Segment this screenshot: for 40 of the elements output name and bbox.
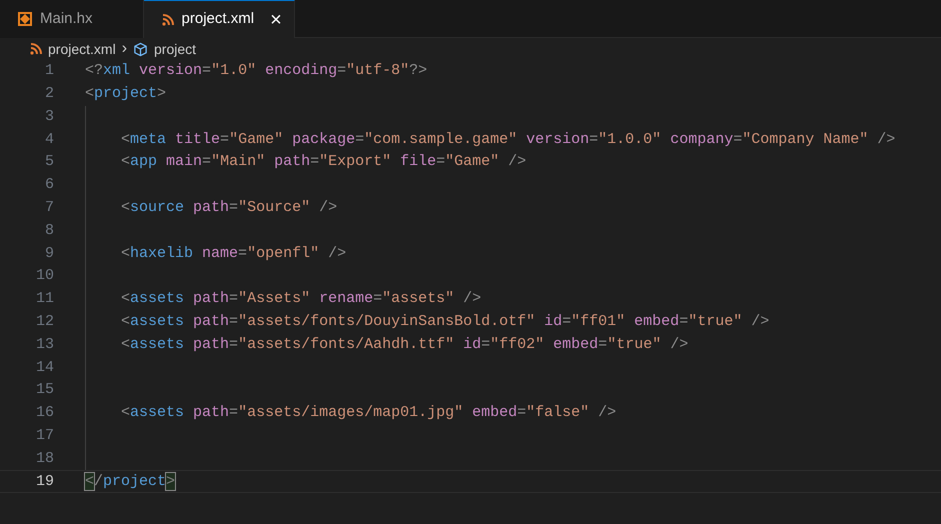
rss-icon [30,43,42,55]
code-line: <project> [85,84,166,104]
line-number: 16 [34,403,54,424]
rss-icon [162,14,174,26]
line-number: 2 [44,84,54,104]
line-number: 6 [44,175,54,196]
code-line: <source path="Source" /> [120,198,338,218]
code-line: <assets path="assets/images/map01.jpg" embed="false" /> [120,403,616,424]
code-line: <assets path="assets/fonts/Aahdh.ttf" id="ff02" embed="true" /> [120,334,688,355]
breadcrumb-item[interactable]: project.xml [30,38,116,60]
line-number: 11 [34,289,54,310]
line-number: 13 [34,334,54,355]
close-button[interactable]: × [268,10,284,30]
editor-tab[interactable]: project.xml × [144,0,295,38]
code-line: <?xml version="1.0" encoding="utf-8"?> [85,61,428,82]
editor-tab[interactable]: Main.hx [0,0,144,38]
line-number: 4 [44,130,54,150]
code-line: <assets path="Assets" rename="assets" /> [120,289,482,310]
code-line: <meta title="Game" package="com.sample.game" version="1.0.0" company="Company Name" /> [120,130,896,150]
line-number: 5 [44,152,54,172]
line-number: 17 [34,426,54,446]
cube-icon [133,42,148,56]
haxe-icon [18,12,32,26]
code-line: <app main="Main" path="Export" file="Game" /> [120,152,526,172]
line-number: 19 [34,472,54,492]
breadcrumb-separator: › [120,39,128,59]
line-number: 14 [34,358,54,378]
line-number: 7 [44,198,54,218]
line-number: 10 [34,266,54,286]
line-number: 3 [44,106,54,127]
breadcrumb-item[interactable]: project [133,38,196,60]
line-number: 18 [34,448,54,469]
code-line: <haxelib name="openfl" /> [120,244,346,264]
line-number: 1 [44,61,54,82]
line-number: 9 [44,244,54,264]
code-line: <assets path="assets/fonts/DouyinSansBold.otf" id="ff01" embed="true" /> [120,312,770,332]
line-number: 12 [34,312,54,332]
line-number: 8 [44,220,54,241]
code-line: </project> [85,472,176,492]
line-number: 15 [34,380,54,400]
